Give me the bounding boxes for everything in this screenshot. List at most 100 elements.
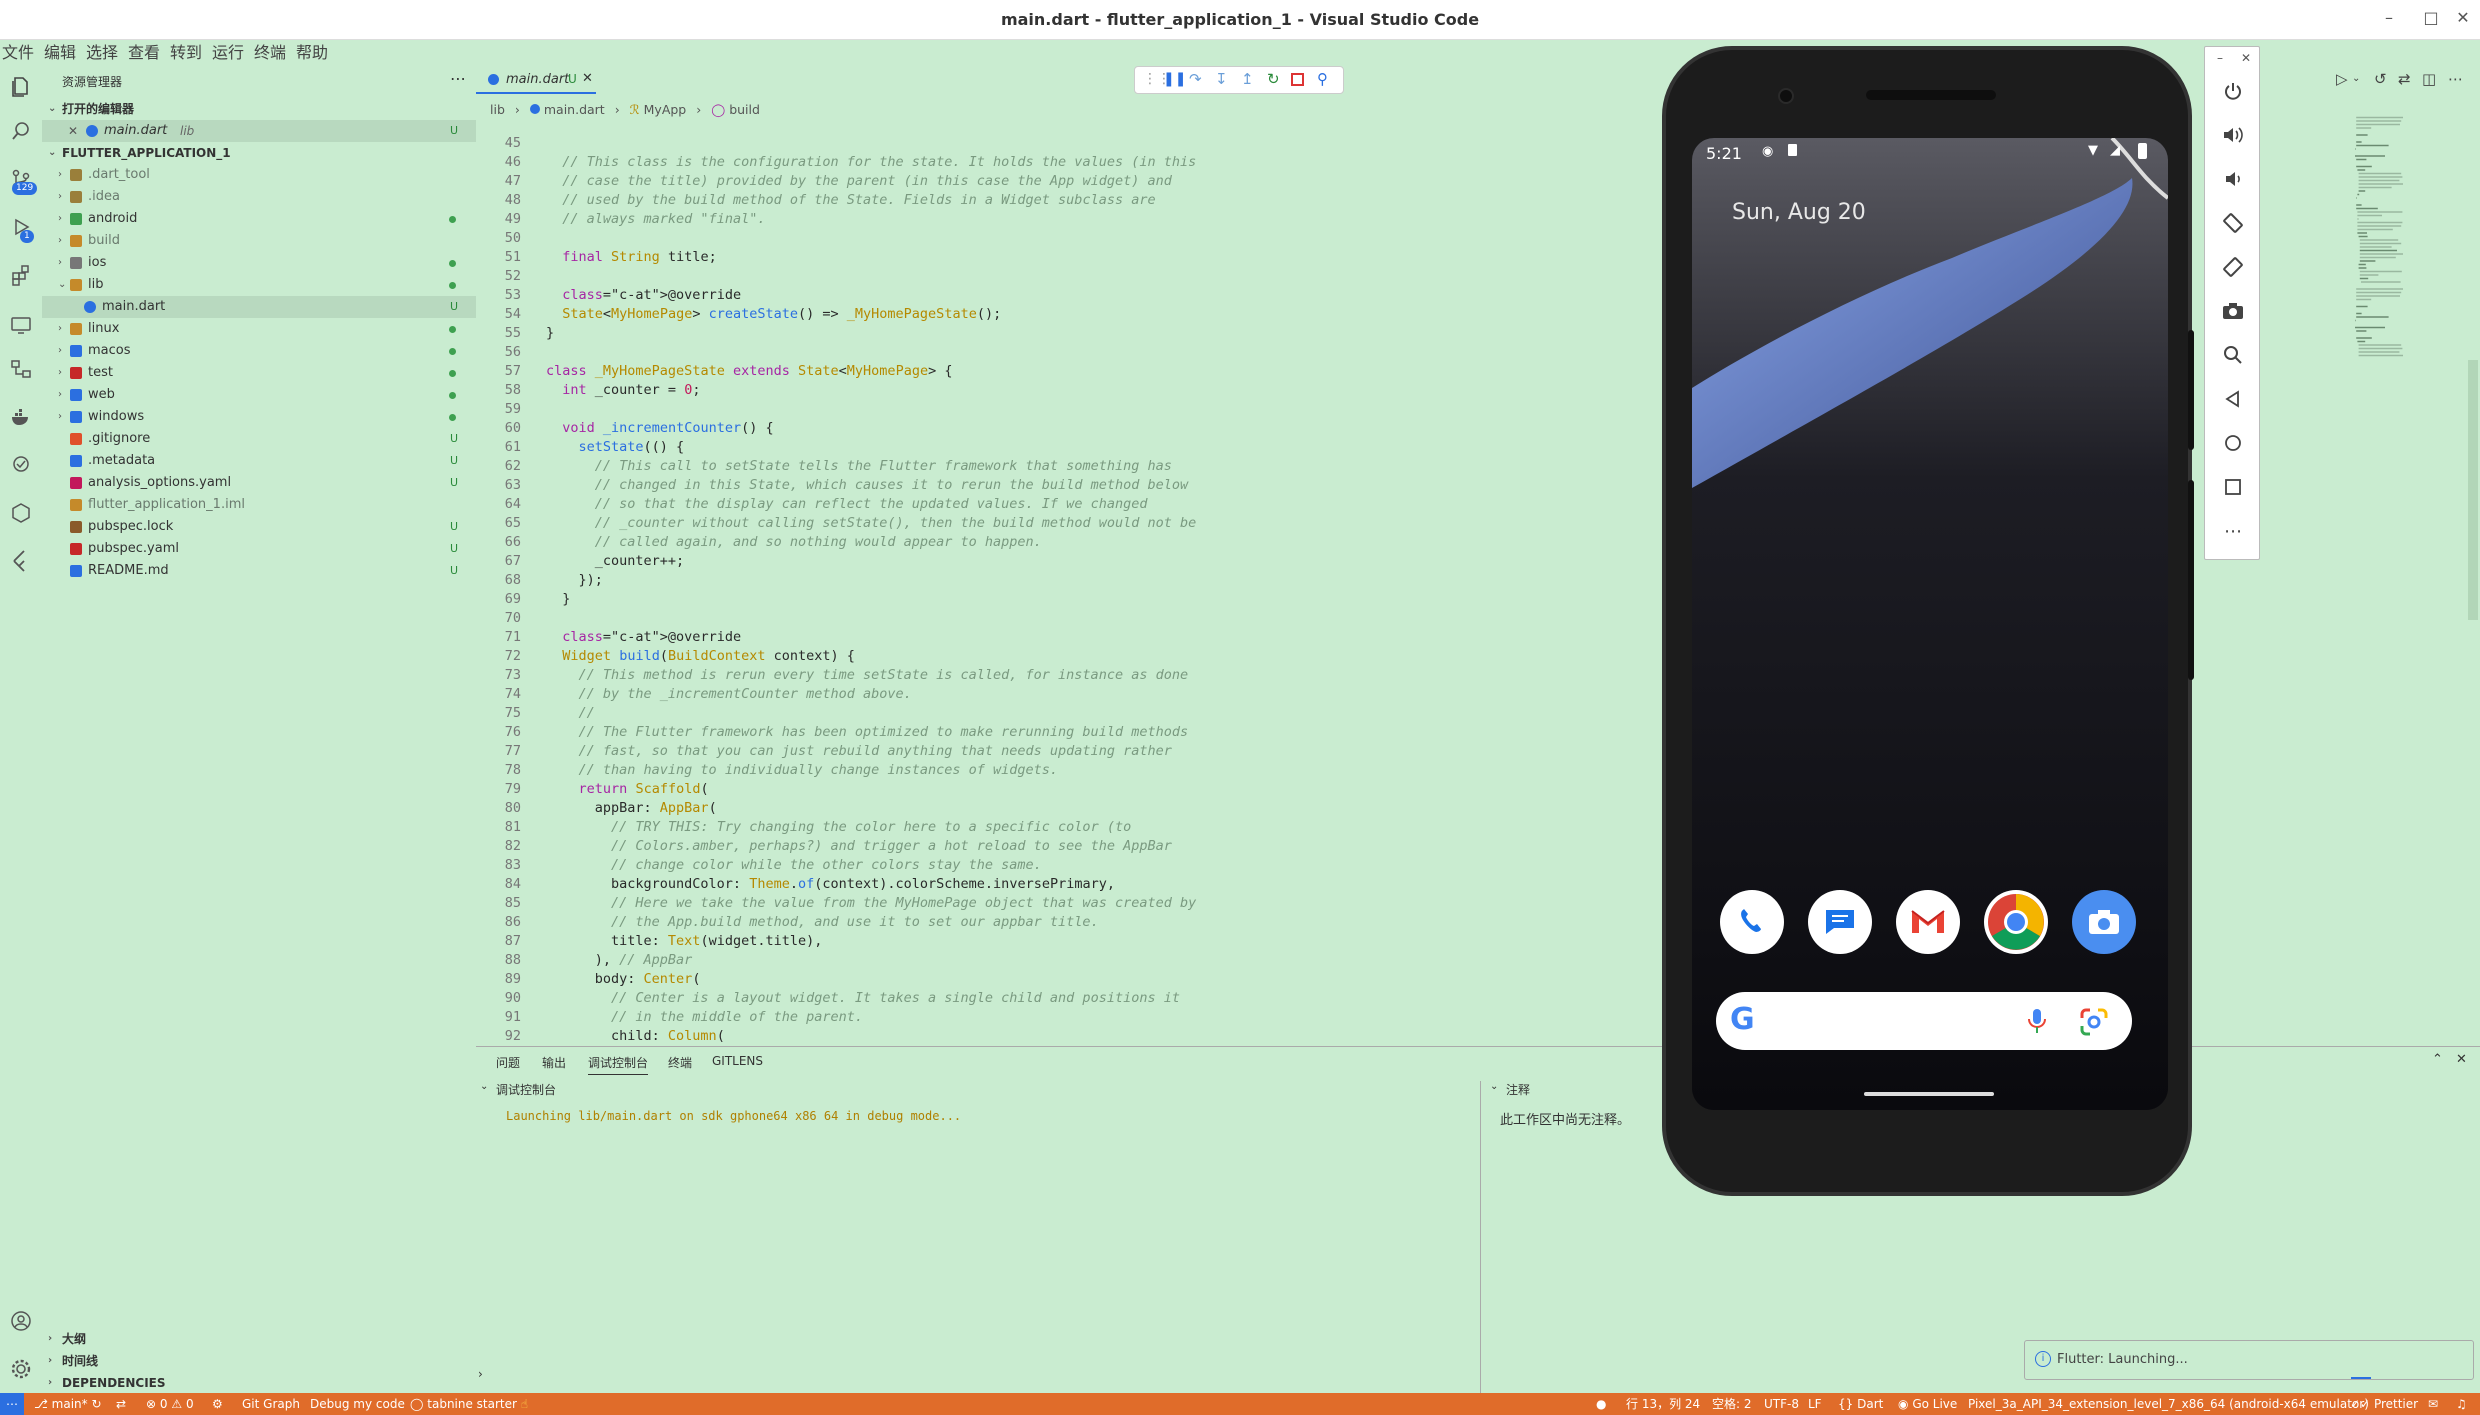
- maximize-icon[interactable]: □: [2420, 8, 2442, 27]
- code-line[interactable]: 52: [476, 267, 1480, 286]
- code-line[interactable]: 74 // by the _incrementCounter method ab…: [476, 685, 1480, 704]
- code-line[interactable]: 66 // called again, and so nothing would…: [476, 533, 1480, 552]
- rotate-right-icon[interactable]: [2205, 245, 2261, 289]
- tree-item[interactable]: pubspec.yaml U: [42, 538, 476, 560]
- outline-section[interactable]: › 大纲: [42, 1328, 476, 1350]
- menu-file[interactable]: 文件: [2, 40, 34, 66]
- notifications-bell-icon[interactable]: ♫: [2456, 1393, 2467, 1415]
- gitlens-icon[interactable]: [8, 500, 34, 526]
- tab-main-dart[interactable]: main.dart U ✕: [476, 66, 596, 94]
- location-pin-icon[interactable]: ●: [1596, 1393, 1606, 1415]
- camera-app-icon[interactable]: [2072, 890, 2136, 954]
- code-line[interactable]: 83 // change color while the other color…: [476, 856, 1480, 875]
- messages-app-icon[interactable]: [1808, 890, 1872, 954]
- restart-icon[interactable]: ↻: [1267, 70, 1280, 88]
- timeline-section[interactable]: › 时间线: [42, 1350, 476, 1372]
- feedback-icon[interactable]: ✉: [2428, 1393, 2438, 1415]
- code-line[interactable]: 62 // This call to setState tells the Fl…: [476, 457, 1480, 476]
- code-line[interactable]: 73 // This method is rerun every time se…: [476, 666, 1480, 685]
- code-line[interactable]: 88 ), // AppBar: [476, 951, 1480, 970]
- testing-icon[interactable]: [8, 452, 34, 478]
- flutter-icon[interactable]: [8, 548, 34, 574]
- code-line[interactable]: 45: [476, 134, 1480, 153]
- code-line[interactable]: 51 final String title;: [476, 248, 1480, 267]
- dependencies-section[interactable]: › DEPENDENCIES: [42, 1372, 476, 1394]
- code-line[interactable]: 48 // used by the build method of the St…: [476, 191, 1480, 210]
- code-line[interactable]: 50: [476, 229, 1480, 248]
- code-line[interactable]: 75 //: [476, 704, 1480, 723]
- code-line[interactable]: 77 // fast, so that you can just rebuild…: [476, 742, 1480, 761]
- tabnine-item[interactable]: ◯ tabnine starter ☝: [410, 1393, 528, 1415]
- code-line[interactable]: 84 backgroundColor: Theme.of(context).co…: [476, 875, 1480, 894]
- code-line[interactable]: 80 appBar: AppBar(: [476, 799, 1480, 818]
- step-over-icon[interactable]: ↷: [1189, 70, 1202, 88]
- git-graph-icon[interactable]: [8, 356, 34, 382]
- tree-item[interactable]: main.dart U: [42, 296, 476, 318]
- debug-my-code-button[interactable]: Debug my code: [310, 1393, 405, 1415]
- open-editors-section[interactable]: ⌄ 打开的编辑器: [42, 98, 476, 120]
- code-line[interactable]: 67 _counter++;: [476, 552, 1480, 571]
- screenshot-camera-icon[interactable]: [2205, 289, 2261, 333]
- inspect-widget-icon[interactable]: ⚲: [1317, 70, 1328, 88]
- console-input-prompt[interactable]: ›: [478, 1367, 483, 1381]
- menu-terminal[interactable]: 终端: [254, 40, 286, 66]
- breadcrumb-item[interactable]: MyApp: [644, 102, 687, 117]
- tree-item[interactable]: › build: [42, 230, 476, 252]
- code-line[interactable]: 47 // case the title) provided by the pa…: [476, 172, 1480, 191]
- code-line[interactable]: 76 // The Flutter framework has been opt…: [476, 723, 1480, 742]
- code-line[interactable]: 61 setState(() {: [476, 438, 1480, 457]
- code-line[interactable]: 87 title: Text(widget.title),: [476, 932, 1480, 951]
- tab-output[interactable]: 输出: [542, 1054, 566, 1071]
- more-options-icon[interactable]: ⋯: [2205, 509, 2261, 553]
- minimap[interactable]: [2355, 112, 2465, 372]
- code-line[interactable]: 90 // Center is a layout widget. It take…: [476, 989, 1480, 1008]
- volume-up-icon[interactable]: [2205, 113, 2261, 157]
- code-line[interactable]: 68 });: [476, 571, 1480, 590]
- tab-debug-console[interactable]: 调试控制台: [588, 1054, 649, 1075]
- code-line[interactable]: 57 class _MyHomePageState extends State<M…: [476, 362, 1480, 381]
- tree-item[interactable]: › macos: [42, 340, 476, 362]
- home-gesture-bar[interactable]: [1864, 1092, 1994, 1096]
- docker-icon[interactable]: [8, 404, 34, 430]
- tree-item[interactable]: flutter_application_1.iml: [42, 494, 476, 516]
- project-section[interactable]: ⌄ FLUTTER_APPLICATION_1: [42, 142, 476, 164]
- minimize-icon[interactable]: –: [2217, 51, 2223, 65]
- volume-down-icon[interactable]: [2205, 157, 2261, 201]
- compare-changes-icon[interactable]: ⇄: [2398, 70, 2411, 88]
- pause-icon[interactable]: ❚❚: [1163, 71, 1186, 87]
- code-line[interactable]: 89 body: Center(: [476, 970, 1480, 989]
- code-line[interactable]: 86 // the App.build method, and use it t…: [476, 913, 1480, 932]
- close-icon[interactable]: ✕: [2241, 51, 2251, 65]
- tree-item[interactable]: › .idea: [42, 186, 476, 208]
- problems-item[interactable]: ⊗ 0 ⚠ 0: [146, 1393, 194, 1415]
- explorer-icon[interactable]: [8, 74, 34, 100]
- branch-item[interactable]: ⎇ main* ↻: [34, 1393, 102, 1415]
- chevron-down-icon[interactable]: ⌄: [2352, 73, 2360, 84]
- rotate-left-icon[interactable]: [2205, 201, 2261, 245]
- code-line[interactable]: 46 // This class is the configuration fo…: [476, 153, 1480, 172]
- encoding[interactable]: UTF-8: [1764, 1393, 1799, 1415]
- code-line[interactable]: 58 int _counter = 0;: [476, 381, 1480, 400]
- open-editor-main-dart[interactable]: ✕ main.dart lib U: [42, 120, 476, 142]
- end-of-line[interactable]: LF: [1808, 1393, 1822, 1415]
- tree-item[interactable]: › linux: [42, 318, 476, 340]
- chrome-app-icon[interactable]: [1984, 890, 2048, 954]
- code-view[interactable]: 45 46 // This class is the configuration …: [476, 134, 1480, 1065]
- code-line[interactable]: 81 // TRY THIS: Try changing the color h…: [476, 818, 1480, 837]
- go-live-button[interactable]: ◉ Go Live: [1898, 1393, 1957, 1415]
- code-line[interactable]: 82 // Colors.amber, perhaps?) and trigge…: [476, 837, 1480, 856]
- tree-item[interactable]: ⌄ lib: [42, 274, 476, 296]
- more-actions-icon[interactable]: ⋯: [2448, 70, 2463, 88]
- google-search-bar[interactable]: G: [1716, 992, 2132, 1050]
- home-icon[interactable]: [2205, 421, 2261, 465]
- split-editor-icon[interactable]: ◫: [2422, 70, 2436, 88]
- menu-go[interactable]: 转到: [170, 40, 202, 66]
- code-line[interactable]: 59: [476, 400, 1480, 419]
- close-editor-icon[interactable]: ✕: [68, 120, 78, 142]
- close-panel-icon[interactable]: ✕: [2456, 1052, 2467, 1067]
- search-icon[interactable]: [8, 118, 34, 144]
- step-into-icon[interactable]: ↧: [1215, 70, 1228, 88]
- gmail-app-icon[interactable]: [1896, 890, 1960, 954]
- prettier-item[interactable]: ✓✓ Prettier: [2350, 1393, 2418, 1415]
- code-line[interactable]: 85 // Here we take the value from the My…: [476, 894, 1480, 913]
